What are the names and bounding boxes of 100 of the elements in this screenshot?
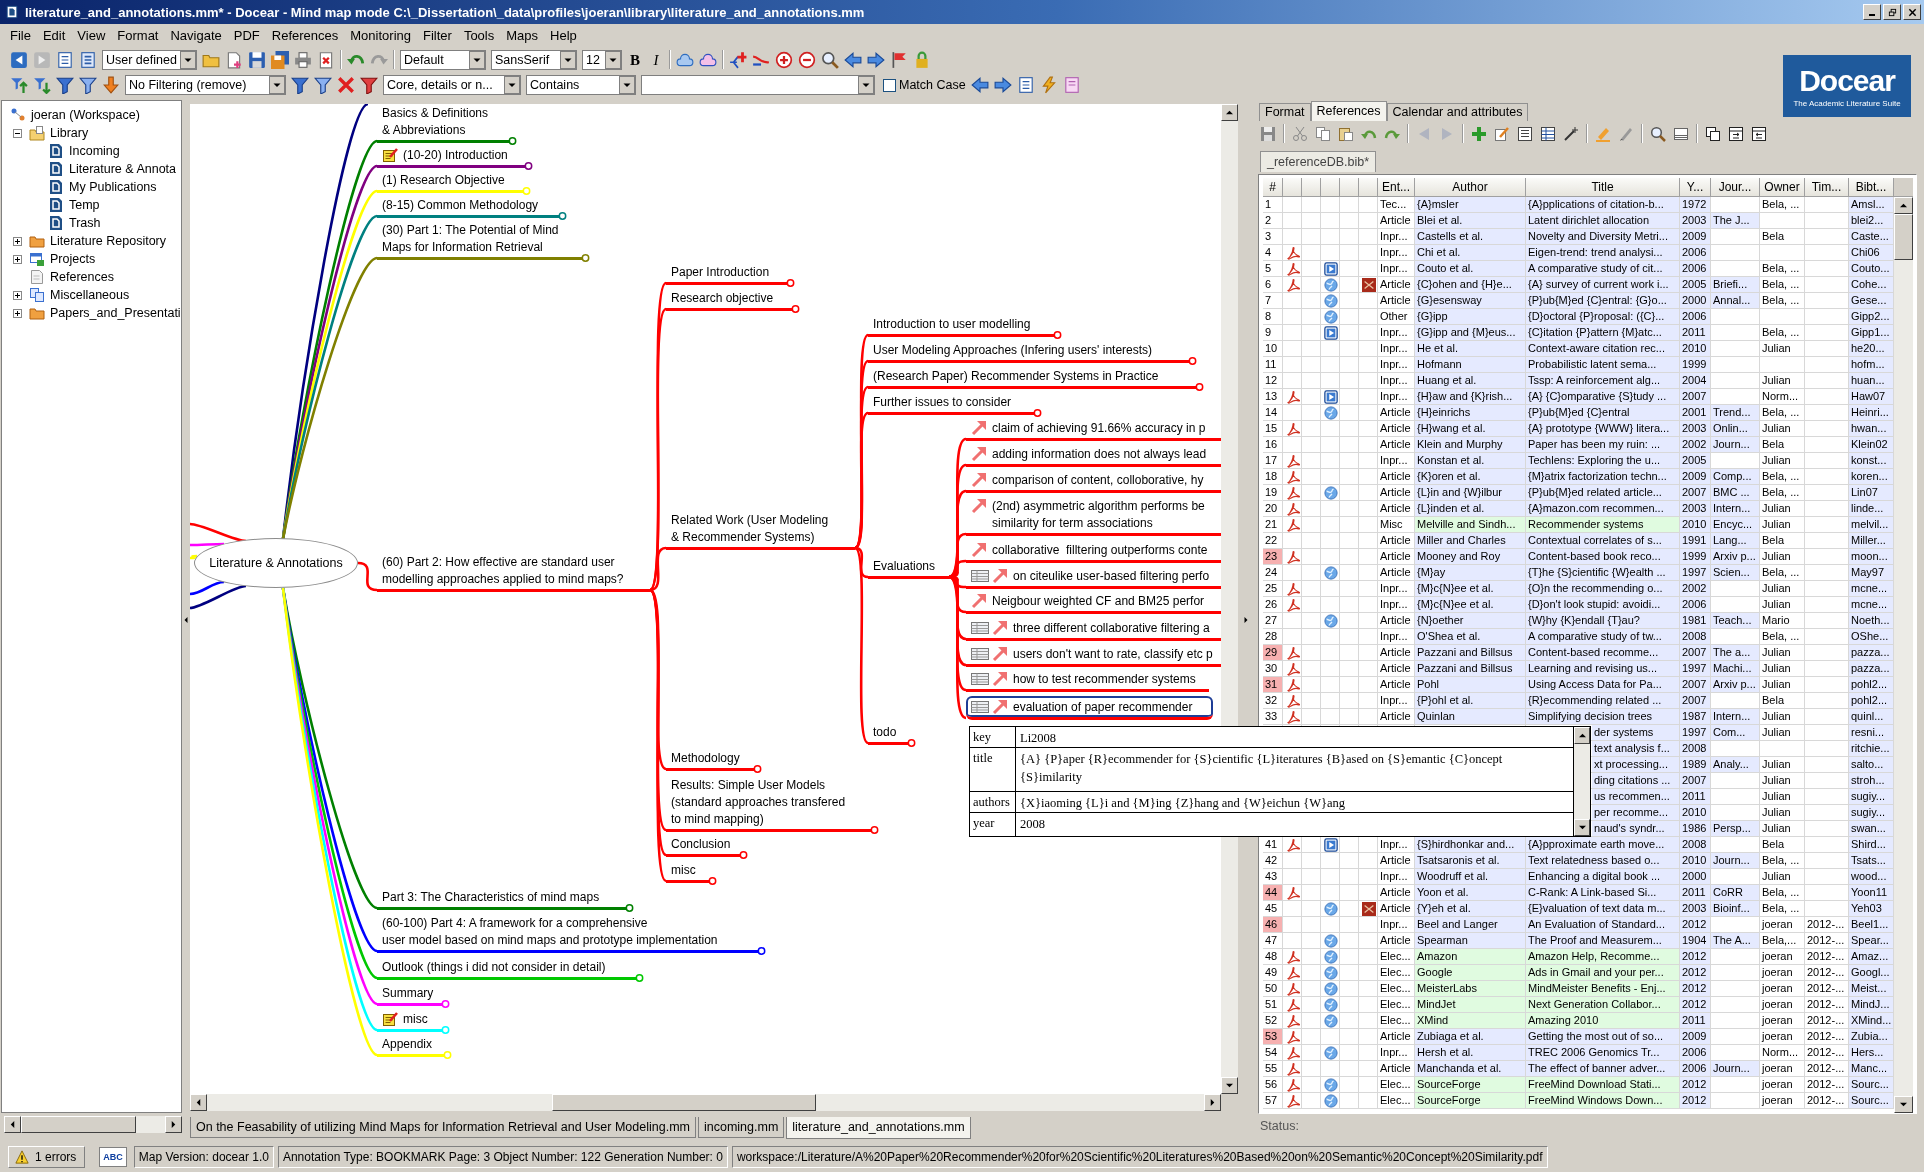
- fold-circle-icon[interactable]: [786, 279, 795, 287]
- menu-item[interactable]: Navigate: [164, 26, 228, 45]
- funnel-icon[interactable]: [291, 76, 309, 94]
- scroll-down-button[interactable]: [1894, 1096, 1913, 1113]
- menu-item[interactable]: Maps: [500, 26, 545, 45]
- italic-button[interactable]: I: [648, 50, 664, 69]
- windows-icon[interactable]: [1705, 125, 1721, 142]
- scrollbar-thumb[interactable]: [21, 1116, 136, 1133]
- collapse-icon[interactable]: [13, 128, 22, 138]
- menu-item[interactable]: Filter: [417, 26, 458, 45]
- fold-circle-icon[interactable]: [753, 765, 762, 773]
- play-icon[interactable]: [1323, 389, 1338, 404]
- globe-icon[interactable]: [1323, 309, 1338, 324]
- font-dropdown[interactable]: SansSerif: [491, 49, 577, 70]
- search-field[interactable]: [641, 75, 875, 95]
- mindmap-node[interactable]: Related Work (User Modeling & Recommender Systems): [666, 511, 855, 550]
- table-icon[interactable]: [1540, 125, 1556, 142]
- fold-circle-icon[interactable]: [1188, 357, 1197, 365]
- pdf-icon[interactable]: [1285, 1093, 1300, 1108]
- minimize-button[interactable]: [1863, 4, 1881, 20]
- globe-icon[interactable]: [1323, 565, 1338, 580]
- menu-item[interactable]: View: [71, 26, 112, 45]
- pdf-icon[interactable]: [1285, 245, 1300, 260]
- globe-icon[interactable]: [1323, 1045, 1338, 1060]
- printer-icon[interactable]: [294, 50, 312, 69]
- edit-icon[interactable]: [1494, 125, 1510, 142]
- menu-item[interactable]: Monitoring: [344, 26, 417, 45]
- menu-item[interactable]: Help: [544, 26, 583, 45]
- mindmap-node[interactable]: Evaluations: [868, 557, 949, 579]
- mindmap-node[interactable]: Appendix: [377, 1035, 444, 1057]
- vertical-scrollbar[interactable]: [1573, 727, 1590, 836]
- globe-icon[interactable]: [1323, 293, 1338, 308]
- mindmap-node[interactable]: Summary: [377, 984, 442, 1006]
- menu-item[interactable]: Format: [111, 26, 165, 45]
- mindmap-node[interactable]: (8-15) Common Methodology: [377, 196, 559, 218]
- arrow-icon[interactable]: [993, 76, 1012, 94]
- fold-circle-icon[interactable]: [739, 851, 748, 859]
- import-icon[interactable]: [1728, 125, 1744, 142]
- tree-item[interactable]: My Publications: [68, 180, 158, 194]
- node-style-dropdown[interactable]: Default: [400, 49, 486, 70]
- mindmap-node[interactable]: Introduction to user modelling: [868, 315, 1054, 337]
- pdf-icon[interactable]: [1285, 1077, 1300, 1092]
- document-icon[interactable]: [79, 50, 97, 69]
- pdf-icon[interactable]: [1285, 277, 1300, 292]
- tree-item[interactable]: Miscellaneous: [49, 288, 131, 302]
- pdf-icon[interactable]: [1285, 949, 1300, 964]
- globe-icon[interactable]: [1323, 485, 1338, 500]
- menu-item[interactable]: File: [4, 26, 37, 45]
- scroll-up-button[interactable]: [1574, 727, 1590, 744]
- column-header[interactable]: Title: [1526, 178, 1680, 197]
- new-document-icon[interactable]: [225, 50, 243, 69]
- pdf-icon[interactable]: [1285, 693, 1300, 708]
- pdf-icon[interactable]: [1285, 1061, 1300, 1076]
- mindmap-node[interactable]: comparison of content, colloborative, hy: [966, 471, 1221, 493]
- close-document-icon[interactable]: [317, 50, 335, 69]
- column-header[interactable]: Jour...: [1711, 178, 1760, 197]
- fold-circle-icon[interactable]: [581, 254, 590, 262]
- cross-tile-icon[interactable]: [1361, 901, 1376, 916]
- globe-icon[interactable]: [1323, 949, 1338, 964]
- mindmap-node[interactable]: misc: [666, 861, 709, 883]
- mindmap-node[interactable]: evaluation of paper recommender: [966, 695, 1213, 720]
- scrollbar-thumb[interactable]: [552, 1094, 816, 1111]
- copy-icon[interactable]: [1315, 125, 1331, 142]
- scroll-right-button[interactable]: [165, 1116, 182, 1133]
- pdf-icon[interactable]: [1285, 421, 1300, 436]
- add-node-icon[interactable]: [729, 50, 747, 69]
- mindmap-node[interactable]: users don't want to rate, classify etc p: [966, 645, 1221, 667]
- tree-item[interactable]: joeran (Workspace): [30, 108, 141, 122]
- mindmap-node[interactable]: Further issues to consider: [868, 393, 1034, 415]
- vertical-scrollbar[interactable]: [1894, 197, 1913, 1113]
- play-icon[interactable]: [1323, 261, 1338, 276]
- globe-icon[interactable]: [1323, 933, 1338, 948]
- globe-icon[interactable]: [1323, 1013, 1338, 1028]
- marker-icon[interactable]: [1595, 125, 1611, 142]
- expand-icon[interactable]: [13, 236, 22, 246]
- column-header[interactable]: Author: [1415, 178, 1526, 197]
- tree-item[interactable]: Temp: [68, 198, 101, 212]
- scroll-down-button[interactable]: [1574, 819, 1590, 836]
- globe-icon[interactable]: [1323, 405, 1338, 420]
- globe-icon[interactable]: [1323, 1093, 1338, 1108]
- pdf-icon[interactable]: [1285, 389, 1300, 404]
- tree-item[interactable]: Literature & Annota: [68, 162, 178, 176]
- scroll-up-button[interactable]: [1894, 197, 1913, 214]
- menu-item[interactable]: Tools: [457, 26, 501, 45]
- mindmap-node[interactable]: three different collaborative filtering a: [966, 619, 1221, 641]
- document-icon[interactable]: [56, 50, 74, 69]
- scrollbar-thumb[interactable]: [1894, 214, 1913, 260]
- save-icon[interactable]: [248, 50, 266, 69]
- filter-dropdown[interactable]: No Filtering (remove): [125, 75, 286, 95]
- checkbox-label[interactable]: Match Case: [899, 78, 966, 92]
- fold-circle-icon[interactable]: [1033, 409, 1042, 417]
- menu-item[interactable]: References: [265, 26, 345, 45]
- mindmap-node[interactable]: Neigbour weighted CF and BM25 perfor: [966, 592, 1221, 614]
- mindmap-node[interactable]: todo: [868, 723, 908, 745]
- globe-icon[interactable]: [1323, 901, 1338, 916]
- close-icon[interactable]: [337, 76, 355, 94]
- document-icon[interactable]: [1517, 125, 1533, 142]
- pdf-icon[interactable]: [1285, 1029, 1300, 1044]
- play-icon[interactable]: [1323, 325, 1338, 340]
- search-scope-dropdown[interactable]: Core, details or n...: [383, 75, 521, 95]
